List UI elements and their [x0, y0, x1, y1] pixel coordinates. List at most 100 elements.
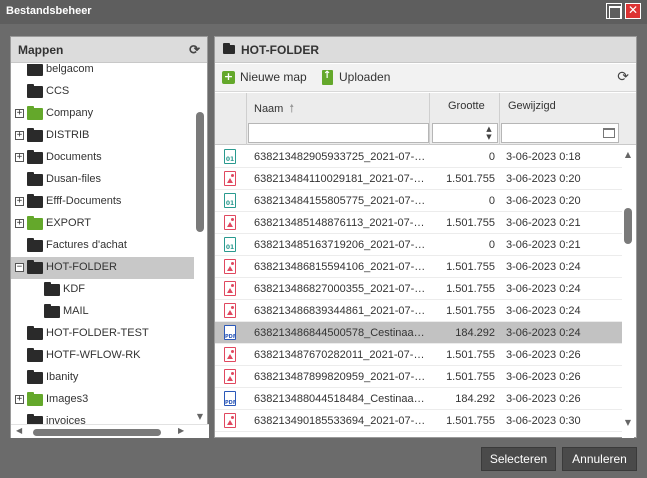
- name-filter-input[interactable]: [248, 123, 429, 143]
- tree-item-label: HOT-FOLDER-TEST: [46, 327, 149, 339]
- tree-item-label: Dusan-files: [46, 173, 102, 185]
- table-row[interactable]: 638213486839344861_2021-07-2... 1.501.755…: [215, 300, 622, 322]
- folder-icon: [27, 216, 43, 230]
- expand-icon[interactable]: +: [15, 153, 24, 162]
- folder-icon: [27, 128, 43, 142]
- refresh-icon[interactable]: ⟳: [617, 69, 629, 85]
- files-header: HOT-FOLDER: [215, 37, 636, 63]
- table-row[interactable]: PDF 638213486844500578_Cestinaazr... 184.2…: [215, 322, 622, 344]
- scroll-thumb[interactable]: [33, 429, 161, 436]
- window-title: Bestandsbeheer: [6, 5, 92, 17]
- file-size: 184.292: [455, 393, 495, 405]
- file-modified: 3-06-2023 0:20: [506, 195, 581, 207]
- folder-icon: [223, 43, 235, 54]
- file-list: 01 638213482905933725_2021-07-2... 0 3-06-2…: [215, 146, 622, 438]
- tree-item[interactable]: − HOT-FOLDER: [11, 257, 194, 279]
- table-row[interactable]: 638213484110029181_2021-07-2... 1.501.755…: [215, 168, 622, 190]
- maximize-button[interactable]: [606, 3, 622, 19]
- folder-icon: [44, 304, 60, 318]
- stepper-icon[interactable]: ▲ ▼: [482, 125, 496, 141]
- table-row[interactable]: 01 638213484155805775_2021-07-2... 0 3-06-2…: [215, 190, 622, 212]
- tree-item-label: Ibanity: [46, 371, 79, 383]
- upload-button[interactable]: Uploaden: [339, 70, 390, 84]
- scroll-up-icon[interactable]: ▲: [622, 150, 634, 159]
- tree-item-label: HOT-FOLDER: [46, 261, 117, 273]
- tree-item[interactable]: HOT-FOLDER-TEST: [11, 323, 194, 345]
- tree-item[interactable]: + EXPORT: [11, 213, 194, 235]
- tree-item[interactable]: + Documents: [11, 147, 194, 169]
- table-row[interactable]: 638213486827000355_2021-07-2... 1.501.755…: [215, 278, 622, 300]
- column-name[interactable]: Naam 🠕: [254, 100, 294, 119]
- files-panel: HOT-FOLDER + Nieuwe map Uploaden ⟳ Naam …: [214, 36, 637, 438]
- tree-item[interactable]: Ibanity: [11, 367, 194, 389]
- folders-panel: Mappen ⟳ belgacom CCS + Company + DISTRIB + Doc…: [10, 36, 209, 438]
- column-modified[interactable]: Gewijzigd: [508, 100, 556, 112]
- table-row[interactable]: 638213485148876113_2021-07-2... 1.501.755…: [215, 212, 622, 234]
- date-filter-input[interactable]: [501, 123, 619, 143]
- file-size: 0: [488, 195, 495, 207]
- table-row[interactable]: 638213490185533694_2021-07-2... 1.501.755…: [215, 410, 622, 432]
- expand-icon[interactable]: +: [15, 395, 24, 404]
- tree-item-label: belgacom: [46, 64, 94, 75]
- scroll-thumb[interactable]: [624, 208, 632, 244]
- tree-item[interactable]: + Efff-Documents: [11, 191, 194, 213]
- folder-icon: [27, 194, 43, 208]
- expand-icon[interactable]: +: [15, 219, 24, 228]
- folder-icon: [27, 64, 43, 76]
- tree-item[interactable]: HOTF-WFLOW-RK: [11, 345, 194, 367]
- scroll-down-icon[interactable]: ▼: [194, 412, 206, 421]
- folder-tree-hscrollbar[interactable]: ◀ ▶: [11, 424, 209, 438]
- size-filter-input[interactable]: ▲ ▼: [432, 123, 498, 143]
- current-folder-title: HOT-FOLDER: [241, 43, 319, 57]
- tree-item-label: HOTF-WFLOW-RK: [46, 349, 141, 361]
- table-row[interactable]: 638213487899820959_2021-07-2... 1.501.755…: [215, 366, 622, 388]
- tree-item[interactable]: belgacom: [11, 64, 194, 81]
- file-modified: 3-06-2023 0:26: [506, 371, 581, 383]
- folder-tree-vscrollbar[interactable]: ▼: [194, 64, 206, 424]
- scroll-right-icon[interactable]: ▶: [178, 426, 184, 435]
- tree-item[interactable]: Factures d'achat: [11, 235, 194, 257]
- file-size: 1.501.755: [446, 305, 495, 317]
- tree-item[interactable]: + Images3: [11, 389, 194, 411]
- table-row[interactable]: 01 638213482905933725_2021-07-2... 0 3-06-2…: [215, 146, 622, 168]
- select-button[interactable]: Selecteren: [481, 447, 556, 471]
- folder-icon: [27, 106, 43, 120]
- tree-item[interactable]: invoices: [11, 411, 194, 424]
- table-row[interactable]: 638213487670282011_2021-07-2... 1.501.755…: [215, 344, 622, 366]
- expand-icon[interactable]: +: [15, 109, 24, 118]
- scroll-down-icon[interactable]: ▼: [622, 418, 634, 427]
- folder-icon: [27, 326, 43, 340]
- tree-item[interactable]: + Company: [11, 103, 194, 125]
- scroll-left-icon[interactable]: ◀: [16, 426, 22, 435]
- collapse-icon[interactable]: −: [15, 263, 24, 272]
- tree-item[interactable]: KDF: [11, 279, 194, 301]
- tree-item-label: CCS: [46, 85, 70, 97]
- cancel-button[interactable]: Annuleren: [562, 447, 637, 471]
- file-name: 638213486815594106_2021-07-2...: [254, 261, 426, 273]
- refresh-icon[interactable]: ⟳: [189, 42, 200, 58]
- expand-icon[interactable]: +: [15, 131, 24, 140]
- image-file-icon: [224, 303, 236, 318]
- file-size: 1.501.755: [446, 217, 495, 229]
- tree-item[interactable]: + DISTRIB: [11, 125, 194, 147]
- tree-item[interactable]: Dusan-files: [11, 169, 194, 191]
- close-button[interactable]: ✕: [625, 3, 641, 19]
- tree-item[interactable]: CCS: [11, 81, 194, 103]
- scroll-thumb[interactable]: [196, 112, 204, 232]
- tree-item[interactable]: MAIL: [11, 301, 194, 323]
- new-folder-button[interactable]: Nieuwe map: [240, 70, 307, 84]
- file-list-vscrollbar[interactable]: ▲ ▼: [622, 146, 634, 438]
- file-name: 638213488044518484_Cestinaazr...: [254, 393, 426, 405]
- column-size[interactable]: Grootte: [448, 100, 485, 112]
- table-row[interactable]: 01 638213485163719206_2021-07-2... 0 3-06-2…: [215, 234, 622, 256]
- expand-icon[interactable]: +: [15, 197, 24, 206]
- upload-icon: [322, 70, 333, 85]
- table-row[interactable]: 638213486815594106_2021-07-2... 1.501.755…: [215, 256, 622, 278]
- folder-icon: [27, 84, 43, 98]
- calendar-icon[interactable]: [603, 128, 615, 138]
- table-row[interactable]: PDF 638213488044518484_Cestinaazr... 184.2…: [215, 388, 622, 410]
- file-name: 638213486839344861_2021-07-2...: [254, 305, 426, 317]
- file-name: 638213485163719206_2021-07-2...: [254, 239, 426, 251]
- file-modified: 3-06-2023 0:21: [506, 217, 581, 229]
- file-name: 638213486844500578_Cestinaazr...: [254, 327, 426, 339]
